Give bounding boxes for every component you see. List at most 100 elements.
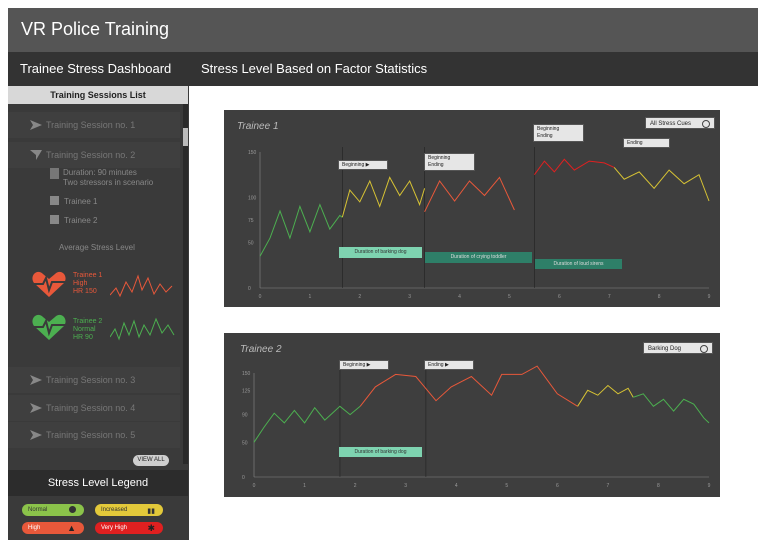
x-tick-label: 1 xyxy=(303,483,306,489)
duration-text: Duration: 90 minutes xyxy=(63,168,137,177)
duration-barking-dog: Duration of barking dog xyxy=(339,247,422,258)
dog-icon: ▶ xyxy=(444,362,449,368)
cue-label: Beginning xyxy=(428,155,451,161)
x-tick-label: 5 xyxy=(508,294,511,300)
cue-sirens: Beginning Ending xyxy=(533,124,584,142)
sidebar-item-session-1[interactable]: Training Session no. 1 xyxy=(8,112,180,138)
legend-normal: Normal xyxy=(22,504,84,516)
cue-label: Ending xyxy=(428,362,444,368)
x-tick-label: 4 xyxy=(458,294,461,300)
cue-label: Beginning xyxy=(342,162,365,168)
session-label: Training Session no. 4 xyxy=(46,403,136,413)
legend-very-high: Very High ✱ xyxy=(95,522,163,534)
x-tick-label: 2 xyxy=(354,483,357,489)
trainee-1-hr: HR 150 xyxy=(73,288,97,295)
series-line xyxy=(259,203,343,257)
series-line xyxy=(424,176,515,213)
x-tick-label: 0 xyxy=(253,483,256,489)
view-all-button[interactable]: VIEW ALL xyxy=(133,455,169,466)
y-tick-label: 90 xyxy=(242,413,248,419)
duration-barking-dog: Duration of barking dog xyxy=(339,447,422,457)
average-stress-title: Average Stress Level xyxy=(59,243,135,252)
cue-toddler: Beginning Ending xyxy=(424,153,475,171)
trainee-1-sparkline xyxy=(110,274,173,298)
sidebar-item-session-3[interactable]: Training Session no. 3 xyxy=(8,367,180,393)
chart-2-svg: 0 1 2 3 4 5 6 7 8 905090125150 xyxy=(242,365,711,489)
y-tick-label: 125 xyxy=(242,388,251,394)
sidebar-item-session-2[interactable]: Training Session no. 2 xyxy=(8,142,180,168)
series-line xyxy=(577,384,634,407)
cue-label: Ending xyxy=(428,162,444,168)
stressors-text: Two stressors in scenario xyxy=(63,178,154,187)
trainee-2-summary: Trainee 2 Normal HR 90 xyxy=(73,318,102,342)
x-tick-label: 9 xyxy=(708,483,711,489)
x-tick-label: 4 xyxy=(455,483,458,489)
duration-crying-toddler: Duration of crying toddler xyxy=(425,252,532,263)
session-label: Training Session no. 5 xyxy=(46,430,136,440)
chevron-down-icon xyxy=(30,150,42,160)
x-tick-label: 7 xyxy=(608,294,611,300)
sessions-list-header: Training Sessions List xyxy=(8,86,188,104)
y-tick-label: 50 xyxy=(248,241,254,247)
trainee-2-level: Normal xyxy=(73,326,96,333)
cue-label: Beginning xyxy=(537,126,560,132)
warning-icon: ▲ xyxy=(67,523,76,533)
trainee-1-name: Trainee 1 xyxy=(73,272,103,279)
heart-rate-icon-high xyxy=(32,271,66,297)
x-tick-label: 3 xyxy=(404,483,407,489)
chevron-right-icon xyxy=(30,120,42,130)
tab-stress-level-statistics[interactable]: Stress Level Based on Factor Statistics xyxy=(201,61,427,76)
x-tick-label: 8 xyxy=(658,294,661,300)
series-line xyxy=(533,158,615,175)
chevron-right-icon xyxy=(30,375,42,385)
scrollbar-thumb[interactable] xyxy=(183,128,188,146)
trainee-2-checkbox[interactable] xyxy=(50,215,59,224)
trainee-1-checkbox[interactable] xyxy=(50,196,59,205)
series-line xyxy=(359,365,578,407)
chevron-right-icon xyxy=(30,430,42,440)
legend-increased: Increased ▮▮ xyxy=(95,504,163,516)
trainee-2-hr: HR 90 xyxy=(73,334,93,341)
duration-loud-sirens: Duration of loud sirens xyxy=(535,259,622,269)
signal-bars-icon: ▮▮ xyxy=(147,508,155,515)
cue-label: Ending xyxy=(537,133,553,139)
calendar-icon xyxy=(50,168,59,179)
legend-title: Stress Level Legend xyxy=(8,470,188,496)
trainee-2-name: Trainee 2 xyxy=(73,318,103,325)
tab-trainee-stress-dashboard[interactable]: Trainee Stress Dashboard xyxy=(20,61,171,76)
x-tick-label: 5 xyxy=(505,483,508,489)
x-tick-label: 6 xyxy=(556,483,559,489)
sidebar-scrollbar[interactable] xyxy=(183,104,188,464)
series-line xyxy=(341,176,426,218)
y-tick-label: 50 xyxy=(242,440,248,446)
cue-label: Beginning xyxy=(343,362,366,368)
x-tick-label: 0 xyxy=(259,294,262,300)
dog-icon: ▶ xyxy=(366,362,371,368)
heart-rate-icon-normal xyxy=(32,314,66,340)
trainee-2-sparkline xyxy=(110,317,175,341)
cue-dog-ending: Ending ▶ xyxy=(424,360,474,370)
session-label: Training Session no. 3 xyxy=(46,375,136,385)
y-tick-label: 100 xyxy=(248,195,257,201)
y-tick-label: 75 xyxy=(248,218,254,224)
trainee-1-label: Trainee 1 xyxy=(64,197,98,206)
x-tick-label: 7 xyxy=(606,483,609,489)
sidebar-item-session-4[interactable]: Training Session no. 4 xyxy=(8,395,180,421)
series-line xyxy=(633,393,710,424)
cue-dog-beginning: Beginning ▶ xyxy=(338,160,388,170)
y-tick-label: 150 xyxy=(242,371,251,377)
x-tick-label: 3 xyxy=(408,294,411,300)
series-line xyxy=(253,405,361,443)
session-label: Training Session no. 2 xyxy=(46,150,136,160)
trainee-1-summary: Trainee 1 High HR 150 xyxy=(73,272,102,296)
x-tick-label: 1 xyxy=(308,294,311,300)
x-tick-label: 9 xyxy=(708,294,711,300)
trainee-2-label: Trainee 2 xyxy=(64,216,98,225)
smile-icon xyxy=(69,506,76,513)
legend-high-label: High xyxy=(28,525,41,531)
legend-increased-label: Increased xyxy=(101,507,128,513)
legend-high: High ▲ xyxy=(22,522,84,534)
session-label: Training Session no. 1 xyxy=(46,120,136,130)
chevron-right-icon xyxy=(30,403,42,413)
sidebar-item-session-5[interactable]: Training Session no. 5 xyxy=(8,422,180,448)
